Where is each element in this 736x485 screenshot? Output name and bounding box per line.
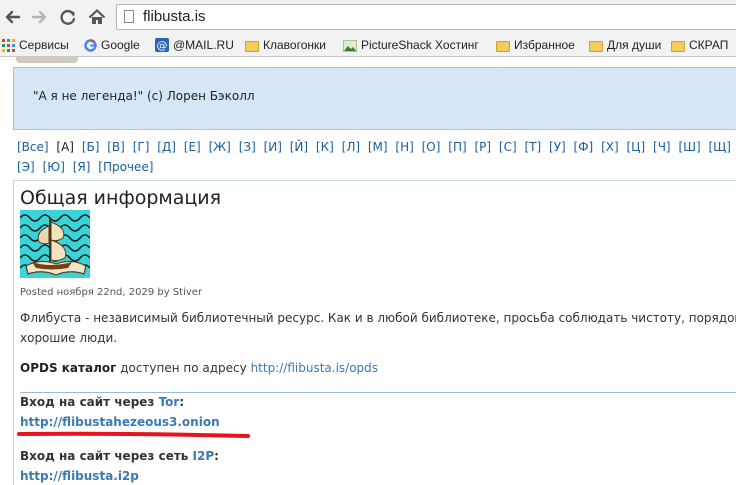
alphabet-link[interactable]: [Я] — [73, 160, 91, 174]
tor-onion-url[interactable]: http://flibustahezeous3.onion — [20, 415, 220, 429]
bookmark-label: PictureShack Хостинг — [361, 38, 479, 52]
alphabet-link[interactable]: [Все] — [17, 140, 49, 154]
alphabet-link[interactable]: [Х] — [601, 140, 619, 154]
bookmark-folder-izbrannoe[interactable]: Избранное — [496, 37, 575, 53]
page-viewport: "А я не легенда!" (c) Лорен Бэколл [Все]… — [0, 57, 736, 485]
i2p-colon: : — [214, 449, 219, 463]
alphabet-link[interactable]: [Л] — [342, 140, 360, 154]
folder-icon — [671, 41, 685, 52]
opds-label: OPDS каталог — [20, 361, 117, 375]
bookmark-label: Google — [101, 38, 140, 52]
alphabet-link[interactable]: [Прочее] — [98, 160, 153, 174]
alphabet-link[interactable]: [Ф] — [574, 140, 594, 154]
bookmark-folder-skrap[interactable]: СКРАП — [671, 37, 728, 53]
alphabet-link[interactable]: [Ц] — [627, 140, 646, 154]
alphabet-link[interactable]: [П] — [448, 140, 466, 154]
page-icon — [124, 10, 134, 23]
post-meta: Posted ноября 22nd, 2029 by Stiver — [20, 287, 203, 298]
alphabet-index: [Все] [А] [Б] [В] [Г] [Д] [Е] [Ж] [З] [И… — [17, 137, 736, 177]
alphabet-link[interactable]: [Т] — [525, 140, 542, 154]
tor-label-text: Вход на сайт через — [20, 395, 159, 409]
reload-icon[interactable] — [57, 6, 79, 28]
alphabet-link[interactable]: [У] — [549, 140, 566, 154]
header-image-edge — [16, 57, 78, 63]
description-line: Флибуста - независимый библиотечный ресу… — [20, 311, 736, 325]
description-text: Флибуста - независимый библиотечный ресу… — [20, 308, 736, 348]
alphabet-link[interactable]: [Р] — [474, 140, 491, 154]
bookmark-pictureshack[interactable]: PictureShack Хостинг — [342, 37, 479, 56]
address-url[interactable]: flibusta.is — [143, 8, 206, 25]
tor-link[interactable]: Tor — [159, 395, 180, 409]
mailru-icon: @ — [155, 38, 169, 56]
alphabet-link[interactable]: [З] — [239, 140, 256, 154]
alphabet-link[interactable]: [Г] — [133, 140, 150, 154]
folder-icon — [589, 41, 603, 52]
bookmark-label: Сервисы — [19, 38, 69, 52]
alphabet-link[interactable]: [В] — [107, 140, 125, 154]
browser-toolbar: flibusta.is — [0, 0, 736, 34]
google-icon — [84, 39, 97, 56]
alphabet-link[interactable]: [Д] — [157, 140, 176, 154]
bookmark-apps[interactable]: Сервисы — [2, 37, 69, 56]
alphabet-link[interactable]: [Ж] — [209, 140, 231, 154]
tor-entry-label: Вход на сайт через Tor: — [20, 395, 184, 409]
alphabet-link[interactable]: [И] — [264, 140, 282, 154]
alphabet-link[interactable]: [М] — [368, 140, 388, 154]
alphabet-link[interactable]: [Ш] — [678, 140, 700, 154]
bookmark-label: @MAIL.RU — [173, 38, 234, 52]
bookmark-mailru[interactable]: @ @MAIL.RU — [155, 37, 234, 56]
bookmark-label: СКРАП — [689, 38, 729, 52]
home-icon[interactable] — [86, 6, 108, 28]
bookmarks-bar: Сервисы Google @ @MAIL.RU Клавогонки Pic… — [0, 34, 736, 57]
address-bar[interactable]: flibusta.is — [116, 4, 736, 30]
quote-banner: "А я не легенда!" (c) Лорен Бэколл — [13, 67, 736, 130]
forward-arrow-icon[interactable] — [28, 6, 50, 28]
alphabet-link[interactable]: [А] — [56, 140, 74, 154]
bookmark-folder-dlya-dushi[interactable]: Для души — [589, 37, 661, 53]
opds-link[interactable]: http://flibusta.is/opds — [251, 361, 378, 375]
tor-colon: : — [179, 395, 185, 409]
picture-icon — [342, 39, 358, 56]
svg-text:@: @ — [157, 39, 168, 52]
bookmark-folder-klavogonki[interactable]: Клавогонки — [245, 37, 326, 53]
flibusta-logo-icon — [20, 210, 90, 278]
back-arrow-icon[interactable] — [2, 6, 24, 28]
red-underline-mark — [17, 431, 250, 438]
bookmark-label: Клавогонки — [263, 38, 326, 52]
opds-text: доступен по адресу — [116, 361, 251, 375]
folder-icon — [245, 41, 259, 52]
description-line: хорошие люди. — [20, 331, 118, 345]
section-divider — [20, 392, 736, 393]
alphabet-link[interactable]: [С] — [499, 140, 517, 154]
page-title: Общая информация — [20, 187, 222, 209]
alphabet-link[interactable]: [Й] — [290, 140, 308, 154]
folder-icon — [496, 41, 510, 52]
alphabet-link[interactable]: [Ч] — [653, 140, 671, 154]
bookmark-google[interactable]: Google — [84, 37, 140, 56]
main-content: Общая информация Posted ноября 22nd, 202… — [13, 180, 736, 485]
alphabet-link[interactable]: [Н] — [395, 140, 413, 154]
alphabet-link[interactable]: [Э] — [17, 160, 35, 174]
alphabet-link[interactable]: [Ю] — [43, 160, 65, 174]
i2p-label-text: Вход на сайт через сеть — [20, 449, 193, 463]
bookmark-label: Для души — [607, 38, 662, 52]
apps-grid-icon — [2, 39, 15, 56]
alphabet-link[interactable]: [К] — [316, 140, 334, 154]
i2p-url[interactable]: http://flibusta.i2p — [20, 469, 139, 483]
bookmark-label: Избранное — [514, 38, 575, 52]
i2p-entry-label: Вход на сайт через сеть I2P: — [20, 449, 219, 463]
alphabet-link[interactable]: [О] — [422, 140, 441, 154]
alphabet-link[interactable]: [Б] — [82, 140, 100, 154]
quote-text: "А я не легенда!" (c) Лорен Бэколл — [33, 89, 255, 103]
opds-line: OPDS каталог доступен по адресу http://f… — [20, 361, 378, 375]
alphabet-link[interactable]: [Е] — [184, 140, 201, 154]
i2p-link[interactable]: I2P — [193, 449, 215, 463]
alphabet-link[interactable]: [Щ] — [708, 140, 731, 154]
